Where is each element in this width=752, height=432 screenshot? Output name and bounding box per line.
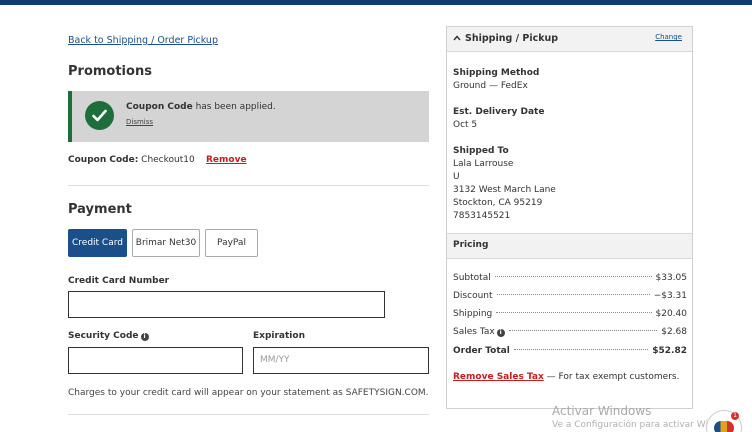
chevron-up-icon: [453, 35, 461, 41]
chat-logo-icon: [714, 421, 734, 432]
coupon-message-bold: Coupon Code: [126, 102, 193, 112]
dot-leader: [496, 294, 650, 295]
pricing-label: Discount: [453, 291, 493, 301]
address-phone: 7853145521: [453, 211, 511, 221]
pricing-row-subtotal: Subtotal $33.05: [453, 273, 687, 283]
security-code-label: Security Code i: [68, 331, 149, 341]
remove-sales-tax-line: Remove Sales Tax — For tax exempt custom…: [453, 372, 679, 382]
remove-sales-tax-note: — For tax exempt customers.: [543, 372, 680, 382]
pricing-header: Pricing: [447, 233, 692, 259]
pricing-row-discount: Discount −$3.31: [453, 291, 687, 301]
payment-method-paypal[interactable]: PayPal: [205, 229, 258, 257]
dot-leader: [508, 330, 658, 331]
check-icon: [85, 101, 114, 130]
address-name: Lala Larrouse: [453, 159, 514, 169]
security-code-label-text: Security Code: [68, 331, 139, 341]
card-number-label: Credit Card Number: [68, 276, 170, 286]
coupon-applied-message: Coupon Code has been applied.: [126, 102, 276, 112]
coupon-code-line: Coupon Code: Checkout10: [68, 155, 195, 165]
coupon-applied-alert: Coupon Code has been applied. Dismiss: [68, 91, 429, 142]
info-icon[interactable]: i: [140, 333, 149, 341]
notification-count-badge: 1: [731, 412, 739, 420]
dot-leader: [496, 312, 652, 313]
dot-leader: [513, 349, 649, 350]
section-divider: [68, 414, 429, 415]
shipped-to-label: Shipped To: [453, 146, 509, 156]
chat-widget-button[interactable]: 1: [706, 410, 742, 432]
top-brand-bar: [0, 0, 752, 5]
delivery-date-value: Oct 5: [453, 120, 478, 130]
pricing-label: Sales Tax: [453, 327, 495, 337]
pricing-label: Order Total: [453, 346, 510, 356]
pricing-label: Subtotal: [453, 273, 491, 283]
remove-sales-tax-link[interactable]: Remove Sales Tax: [453, 372, 544, 382]
delivery-date-label: Est. Delivery Date: [453, 107, 545, 117]
pricing-row-shipping: Shipping $20.40: [453, 309, 687, 319]
shipping-method-label: Shipping Method: [453, 68, 540, 78]
change-shipping-link[interactable]: Change: [655, 33, 682, 41]
pricing-value: −$3.31: [653, 291, 687, 301]
dot-leader: [494, 276, 652, 277]
shipping-method-value: Ground — FedEx: [453, 81, 528, 91]
section-divider: [68, 185, 429, 186]
expiration-input[interactable]: MM/YY: [253, 347, 429, 374]
address-street: 3132 West March Lane: [453, 185, 556, 195]
payment-method-brimar-net30[interactable]: Brimar Net30: [132, 229, 200, 257]
shipping-pickup-title: Shipping / Pickup: [465, 33, 559, 44]
pricing-row-order-total: Order Total $52.82: [453, 346, 687, 356]
expiration-label: Expiration: [253, 331, 305, 341]
back-to-shipping-link[interactable]: Back to Shipping / Order Pickup: [68, 35, 218, 46]
pricing-label: Shipping: [453, 309, 493, 319]
remove-coupon-link[interactable]: Remove: [206, 155, 247, 165]
pricing-heading: Pricing: [453, 240, 489, 250]
pricing-value: $2.68: [661, 327, 687, 337]
address-line-2: U: [453, 172, 460, 182]
pricing-row-sales-tax: Sales Tax i $2.68: [453, 327, 687, 337]
windows-activation-watermark: Activar Windows: [552, 404, 652, 418]
pricing-value: $33.05: [655, 273, 688, 283]
security-code-input[interactable]: [68, 347, 243, 374]
charges-note: Charges to your credit card will appear …: [68, 388, 429, 398]
payment-method-credit-card[interactable]: Credit Card: [68, 229, 127, 257]
payment-heading: Payment: [68, 202, 132, 217]
info-icon[interactable]: i: [496, 329, 505, 337]
promotions-heading: Promotions: [68, 64, 152, 79]
coupon-code-value: Checkout10: [138, 155, 195, 165]
pricing-value: $20.40: [655, 309, 688, 319]
shipping-pickup-header[interactable]: Shipping / Pickup Change: [447, 27, 692, 52]
coupon-message-text: has been applied.: [192, 102, 276, 112]
dismiss-link[interactable]: Dismiss: [126, 118, 153, 126]
coupon-code-label: Coupon Code:: [68, 155, 139, 165]
pricing-value: $52.82: [652, 346, 687, 356]
order-summary-panel: Shipping / Pickup Change Shipping Method…: [446, 26, 693, 409]
card-number-input[interactable]: [68, 291, 385, 318]
address-city: Stockton, CA 95219: [453, 198, 543, 208]
